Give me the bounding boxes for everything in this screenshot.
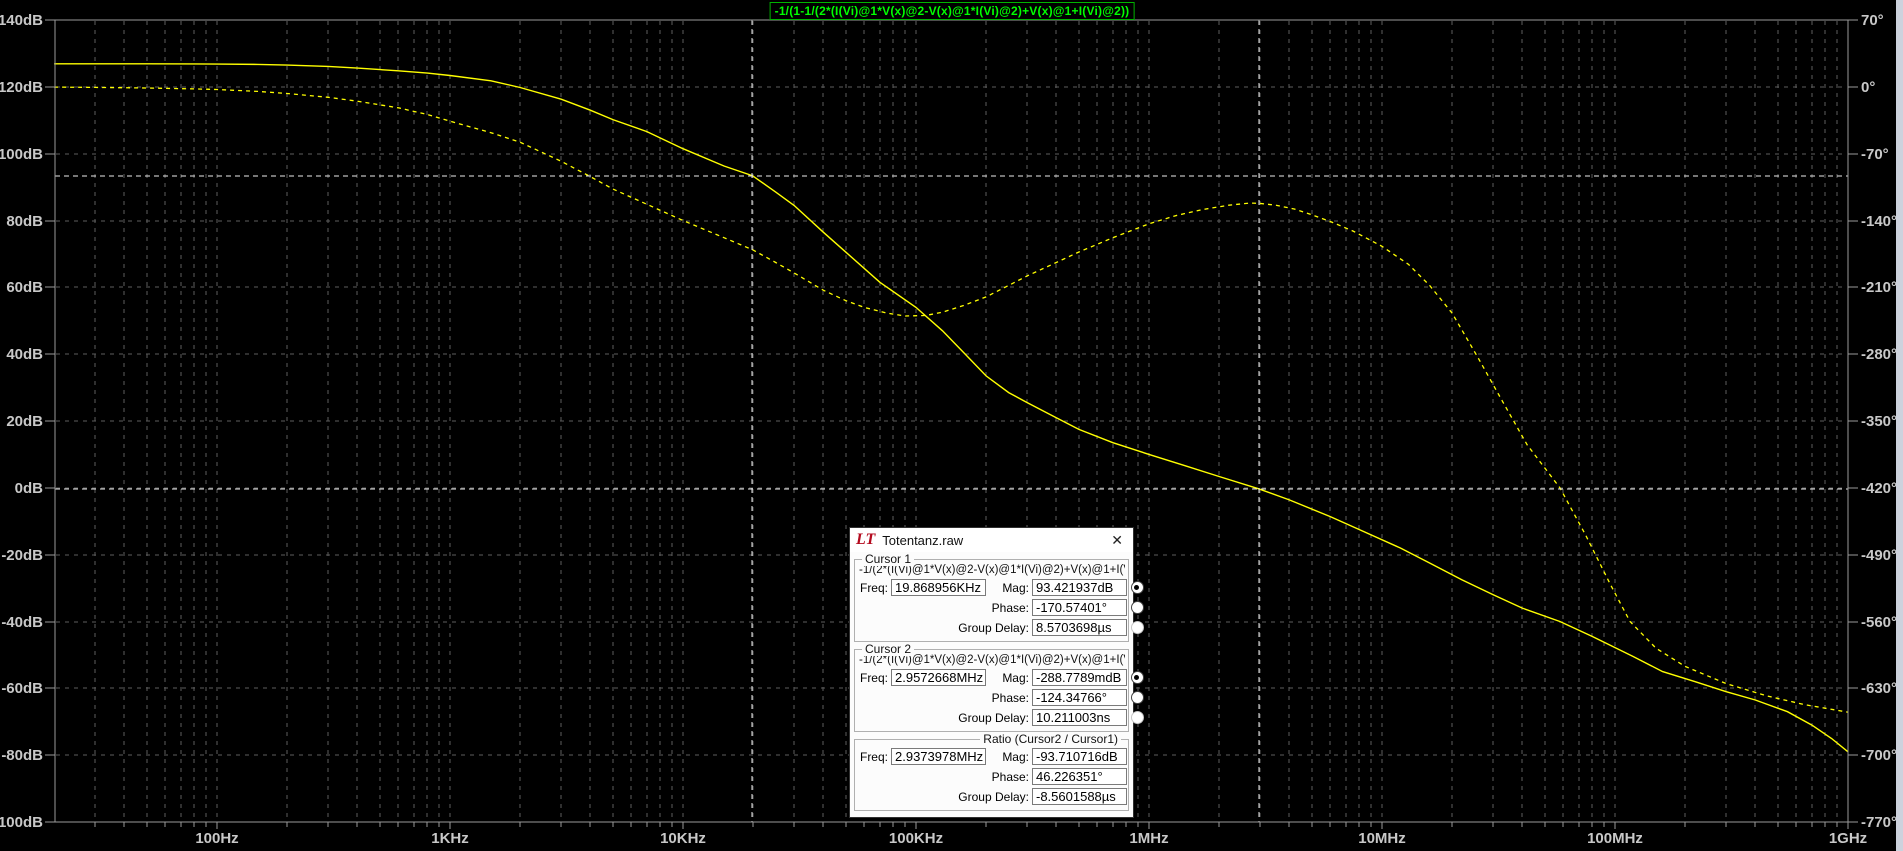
cursor1-phase-label: Phase: [991,600,1029,615]
y-right-tick-label: -770° [1861,814,1897,831]
y-left-tick-label: 40dB [6,346,43,363]
cursor1-mag-label: Mag: [1002,580,1029,595]
dialog-title: Totentanz.raw [882,532,964,548]
cursor2-group-delay-label: Group Delay: [958,710,1029,725]
ratio-group-delay-label: Group Delay: [958,789,1029,804]
y-right-tick-label: -70° [1861,146,1889,163]
cursor2-group: Cursor 2 -1/(2*(I(Vi)@1*V(x)@2-V(x)@1*I(… [854,642,1144,732]
y-right-tick-label: -700° [1861,747,1897,764]
x-tick-label: 1GHz [1829,830,1867,847]
y-left-tick-label: 0dB [15,480,44,497]
y-left-tick-label: 80dB [6,213,43,230]
cursor2-mag-field[interactable]: -288.7789mdB [1032,669,1127,686]
cursor1-group-delay-label: Group Delay: [958,620,1029,635]
cursor1-phase-radio[interactable] [1130,601,1144,614]
x-tick-label: 100MHz [1587,830,1643,847]
y-right-tick-label: -560° [1861,614,1897,631]
close-icon[interactable]: ✕ [1107,531,1127,549]
cursor2-freq-label: Freq: [859,670,888,685]
y-right-tick-label: 0° [1861,79,1875,96]
cursor-dialog[interactable]: LT Totentanz.raw ✕ Cursor 1 -1/(2*(I(Vi)… [849,527,1144,818]
y-right-tick-label: -490° [1861,547,1897,564]
y-left-tick-label: -100dB [0,814,43,831]
y-left-tick-label: -20dB [1,547,43,564]
window-edge-strip [1896,0,1903,851]
y-left-tick-label: 120dB [0,79,43,96]
cursor2-group-label: Cursor 2 [862,642,915,656]
cursor1-freq-field[interactable]: 19.868956KHz [891,579,986,596]
y-right-tick-label: -350° [1861,413,1897,430]
y-left-tick-label: -40dB [1,614,43,631]
y-right-tick-label: -140° [1861,213,1897,230]
y-left-tick-label: 60dB [6,279,43,296]
dialog-titlebar[interactable]: LT Totentanz.raw ✕ [850,528,1133,552]
y-left-tick-label: 20dB [6,413,43,430]
ratio-group: Ratio (Cursor2 / Cursor1) Freq: 2.937397… [854,732,1129,811]
cursor2-group-delay-radio[interactable] [1130,711,1144,724]
cursor1-mag-radio[interactable] [1130,581,1144,594]
x-tick-label: 100KHz [889,830,943,847]
x-tick-label: 1MHz [1129,830,1168,847]
cursor1-mag-field[interactable]: 93.421937dB [1032,579,1127,596]
cursor2-phase-field[interactable]: -124.34766° [1032,689,1127,706]
y-right-tick-label: -630° [1861,680,1897,697]
ratio-mag-field[interactable]: -93.710716dB [1032,748,1127,765]
cursor1-freq-label: Freq: [859,580,888,595]
cursor1-phase-field[interactable]: -170.57401° [1032,599,1127,616]
trace-title-label[interactable]: -1/(1-1/(2*(I(Vi)@1*V(x)@2-V(x)@1*I(Vi)@… [769,2,1135,20]
y-left-tick-label: 140dB [0,12,43,29]
y-right-tick-label: -210° [1861,279,1897,296]
cursor2-freq-field[interactable]: 2.9572668MHz [891,669,986,686]
y-left-tick-label: -60dB [1,680,43,697]
y-left-tick-label: -80dB [1,747,43,764]
x-tick-label: 100Hz [195,830,238,847]
cursor2-phase-radio[interactable] [1130,691,1144,704]
ratio-freq-field[interactable]: 2.9373978MHz [891,748,986,765]
y-right-tick-label: 70° [1861,12,1884,29]
y-left-tick-label: 100dB [0,146,43,163]
cursor2-phase-label: Phase: [991,690,1029,705]
ltspice-waveform-window: 140dB 120dB 100dB 80dB 60dB 40dB 20dB 0dB -20dB -… [0,0,1903,851]
cursor2-mag-label: Mag: [1002,670,1029,685]
x-tick-label: 1KHz [431,830,469,847]
cursor1-group-label: Cursor 1 [862,552,915,566]
cursor1-group-delay-radio[interactable] [1130,621,1144,634]
ratio-group-delay-field[interactable]: -8.5601588µs [1032,788,1127,805]
x-tick-label: 10KHz [660,830,706,847]
ltspice-logo-icon: LT [856,531,876,548]
cursor1-group: Cursor 1 -1/(2*(I(Vi)@1*V(x)@2-V(x)@1*I(… [854,552,1144,642]
x-tick-label: 10MHz [1358,830,1406,847]
ratio-phase-label: Phase: [991,769,1029,784]
ratio-phase-field[interactable]: 46.226351° [1032,768,1127,785]
cursor2-mag-radio[interactable] [1130,671,1144,684]
ratio-group-label: Ratio (Cursor2 / Cursor1) [980,732,1121,746]
cursor1-group-delay-field[interactable]: 8.5703698µs [1032,619,1127,636]
ratio-freq-label: Freq: [859,749,888,764]
y-right-tick-label: -420° [1861,480,1897,497]
y-right-tick-label: -280° [1861,346,1897,363]
cursor2-group-delay-field[interactable]: 10.211003ns [1032,709,1127,726]
ratio-mag-label: Mag: [1002,749,1029,764]
